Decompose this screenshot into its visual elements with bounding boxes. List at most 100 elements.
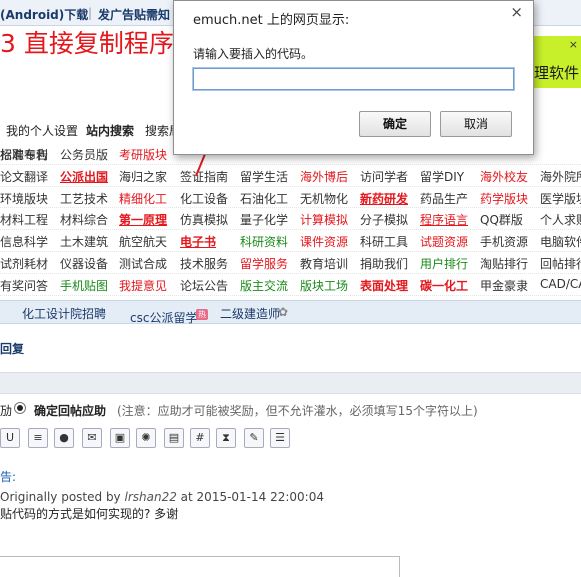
forum-category-link[interactable]: 捐助我们 xyxy=(360,255,408,272)
reward-radio[interactable] xyxy=(14,402,26,414)
ad-text: 理软件 xyxy=(534,64,580,82)
forum-category-link[interactable]: 药学版块 xyxy=(480,190,528,207)
forum-category-link[interactable]: 海归之家 xyxy=(119,168,167,185)
forum-category-link[interactable]: 科研工具 xyxy=(360,233,408,250)
forum-category-link[interactable]: 教育培训 xyxy=(300,255,348,272)
section-bar xyxy=(0,372,581,394)
hourglass-icon[interactable]: ⧗ xyxy=(216,428,236,448)
forum-category-link[interactable]: 留学DIY xyxy=(420,168,464,185)
forum-category-link[interactable]: 仿真模拟 xyxy=(180,211,228,228)
forum-category-link[interactable]: 电子书 xyxy=(180,233,216,250)
forum-category-link[interactable]: 试剂耗材 xyxy=(0,255,48,272)
forum-category-link[interactable]: 签证指南 xyxy=(180,168,228,185)
forum-category-link[interactable]: 石油化工 xyxy=(240,190,288,207)
forum-category-link[interactable]: 淘贴排行 xyxy=(480,255,528,272)
forum-category-link[interactable]: 版块工场 xyxy=(300,277,348,294)
forum-category-link[interactable]: 我提意见 xyxy=(119,277,167,294)
grid-row: 论文翻译 公派出国 海归之家 签证指南 留学生活 海外博后 访问学者 留学DIY 海外校友 海外院… xyxy=(0,165,581,187)
forum-category-link[interactable]: 工艺技术 xyxy=(60,190,108,207)
media-icon[interactable]: ✺ xyxy=(136,428,156,448)
film-icon[interactable]: ▤ xyxy=(164,428,184,448)
forum-category-link[interactable]: QQ群版 xyxy=(480,211,523,228)
quote-originally: Originally posted by xyxy=(0,490,121,504)
forum-category-link[interactable]: 技术服务 xyxy=(180,255,228,272)
forum-category-link[interactable]: 表面处理 xyxy=(360,277,408,294)
forum-category-link[interactable]: 海外院所 xyxy=(540,168,581,185)
underline-icon[interactable]: U xyxy=(0,428,20,448)
globe-icon[interactable]: ● xyxy=(54,428,74,448)
forum-category-link[interactable]: 手机资源 xyxy=(480,233,528,250)
prompt-dialog: emuch.net 上的网页显示: × 请输入要插入的代码。 确定 取消 xyxy=(173,0,534,155)
forum-category-link[interactable]: 手机贴图 xyxy=(60,277,108,294)
link-csc-abroad[interactable]: csc公派留学热 xyxy=(130,305,208,325)
forum-category-link[interactable]: 分子模拟 xyxy=(360,211,408,228)
cancel-button[interactable]: 取消 xyxy=(440,111,512,137)
forum-category-link[interactable]: 海外校友 xyxy=(480,168,528,185)
quote-author[interactable]: lrshan22 xyxy=(124,490,176,504)
android-download-link[interactable]: (Android)下载 xyxy=(0,6,88,23)
forum-category-link[interactable]: 测试合成 xyxy=(119,255,167,272)
code-icon[interactable]: # xyxy=(190,428,210,448)
image-icon[interactable]: ▣ xyxy=(110,428,130,448)
forum-category-link[interactable]: 材料工程 xyxy=(0,211,48,228)
link-chem-design[interactable]: 化工设计院招聘 xyxy=(22,305,106,322)
forum-category-link[interactable]: 标准专利 xyxy=(0,146,48,163)
comment-icon[interactable]: ✎ xyxy=(244,428,264,448)
forum-category-link[interactable]: 试题资源 xyxy=(420,233,468,250)
forum-category-link[interactable]: 环境版块 xyxy=(0,190,48,207)
forum-category-link[interactable]: 论坛公告 xyxy=(180,277,228,294)
forum-category-link[interactable]: 仪器设备 xyxy=(60,255,108,272)
reward-note: (注意：应助才可能被奖励，但不允许灌水，必须填写15个字符以上) xyxy=(117,404,478,418)
forum-category-link[interactable]: 公派出国 xyxy=(60,168,108,185)
link-strip: 化工设计院招聘 csc公派留学热 二级建造师 ✿ xyxy=(0,300,581,325)
ok-button[interactable]: 确定 xyxy=(359,111,431,137)
ad-banner[interactable]: × 理软件 xyxy=(526,36,581,88)
forum-category-link[interactable]: 甲金豪隶 xyxy=(480,277,528,294)
code-input[interactable] xyxy=(192,67,515,91)
reply-textarea-edge[interactable] xyxy=(0,556,400,577)
nav-personal-settings[interactable]: 我的个人设置 xyxy=(6,122,78,139)
forum-category-link[interactable]: CAD/CAE xyxy=(540,277,581,291)
forum-category-link[interactable]: 精细化工 xyxy=(119,190,167,207)
link-builder[interactable]: 二级建造师 xyxy=(220,305,280,322)
forum-category-link[interactable]: 第一原理 xyxy=(119,211,167,228)
forum-category-link[interactable]: 材料综合 xyxy=(60,211,108,228)
ad-notice-link[interactable]: 发广告贴需知 xyxy=(98,6,170,23)
forum-category-link[interactable]: 考研版块 xyxy=(119,146,167,163)
forum-category-link[interactable]: 程序语言 xyxy=(420,211,468,228)
separator: | xyxy=(88,6,93,20)
forum-category-link[interactable]: 有奖问答 xyxy=(0,277,48,294)
forum-category-link[interactable]: 量子化学 xyxy=(240,211,288,228)
email-icon[interactable]: ✉ xyxy=(82,428,102,448)
forum-category-link[interactable]: 土木建筑 xyxy=(60,233,108,250)
forum-category-link[interactable]: 航空航天 xyxy=(119,233,167,250)
forum-category-link[interactable]: 用户排行 xyxy=(420,255,468,272)
forum-category-link[interactable]: 访问学者 xyxy=(360,168,408,185)
forum-category-link[interactable]: 回帖排行 xyxy=(540,255,581,272)
forum-category-link[interactable]: 电脑软件 xyxy=(540,233,581,250)
forum-category-link[interactable]: 碳一化工 xyxy=(420,277,468,294)
forum-category-link[interactable]: 信息科学 xyxy=(0,233,48,250)
forum-category-link[interactable]: 公务员版 xyxy=(60,146,108,163)
forum-category-link[interactable]: 课件资源 xyxy=(300,233,348,250)
forum-category-link[interactable]: 版主交流 xyxy=(240,277,288,294)
forum-category-link[interactable]: 海外博后 xyxy=(300,168,348,185)
forum-category-link[interactable]: 无机物化 xyxy=(300,190,348,207)
forum-category-link[interactable]: 新药研发 xyxy=(360,190,408,207)
forum-category-link[interactable]: 论文翻译 xyxy=(0,168,48,185)
forum-category-link[interactable]: 科研资料 xyxy=(240,233,288,250)
list-icon[interactable]: ☰ xyxy=(270,428,290,448)
nav-site-search[interactable]: 站内搜索 xyxy=(86,122,134,139)
forum-category-link[interactable]: 医学版块 xyxy=(540,190,581,207)
quote-timestamp: at 2015-01-14 22:00:04 xyxy=(180,490,324,504)
ad-close-icon[interactable]: × xyxy=(569,38,578,51)
forum-category-link[interactable]: 留学服务 xyxy=(240,255,288,272)
forum-category-link[interactable]: 计算模拟 xyxy=(300,211,348,228)
forum-category-link[interactable]: 化工设备 xyxy=(180,190,228,207)
forum-category-link[interactable]: 个人求购 xyxy=(540,211,581,228)
forum-category-link[interactable]: 留学生活 xyxy=(240,168,288,185)
align-icon[interactable]: ≡ xyxy=(28,428,48,448)
reply-title: 回复 xyxy=(0,342,25,356)
close-icon[interactable]: × xyxy=(510,3,523,21)
forum-category-link[interactable]: 药品生产 xyxy=(420,190,468,207)
